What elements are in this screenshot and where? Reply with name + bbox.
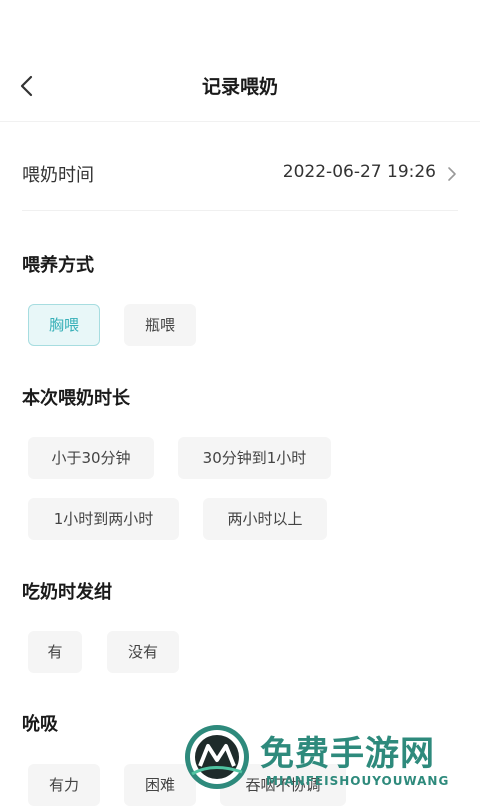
watermark: 免费手游网 MIANFEISHOUYOUWANG [182,722,480,800]
header-divider [0,121,480,122]
page-title: 记录喂奶 [201,76,278,98]
row-divider [22,210,458,211]
feed-time-label: 喂奶时间 [22,165,94,186]
duration-title: 本次喂奶时长 [22,388,130,409]
feed-time-value: 2022-06-27 19:26 [282,162,436,182]
chevron-right-icon [448,167,456,181]
feed-time-row[interactable]: 喂奶时间 2022-06-27 19:26 [22,150,458,200]
feeding-method-title: 喂养方式 [22,255,94,276]
option-cyanosis-no[interactable]: 没有 [107,631,179,673]
option-bottle-feeding[interactable]: 瓶喂 [124,304,196,346]
option-cyanosis-yes[interactable]: 有 [28,631,82,673]
cyanosis-title: 吃奶时发绀 [22,582,112,603]
option-breast-feeding[interactable]: 胸喂 [28,304,100,346]
option-under-30min[interactable]: 小于30分钟 [28,437,154,479]
watermark-subtext: MIANFEISHOUYOUWANG [266,774,450,788]
option-30min-to-1h[interactable]: 30分钟到1小时 [178,437,331,479]
option-1h-to-2h[interactable]: 1小时到两小时 [28,498,179,540]
suck-title: 吮吸 [22,714,58,735]
watermark-logo-icon [185,725,249,789]
watermark-text: 免费手游网 [260,734,435,774]
nav-bar: 记录喂奶 [0,52,480,120]
option-over-2h[interactable]: 两小时以上 [203,498,327,540]
